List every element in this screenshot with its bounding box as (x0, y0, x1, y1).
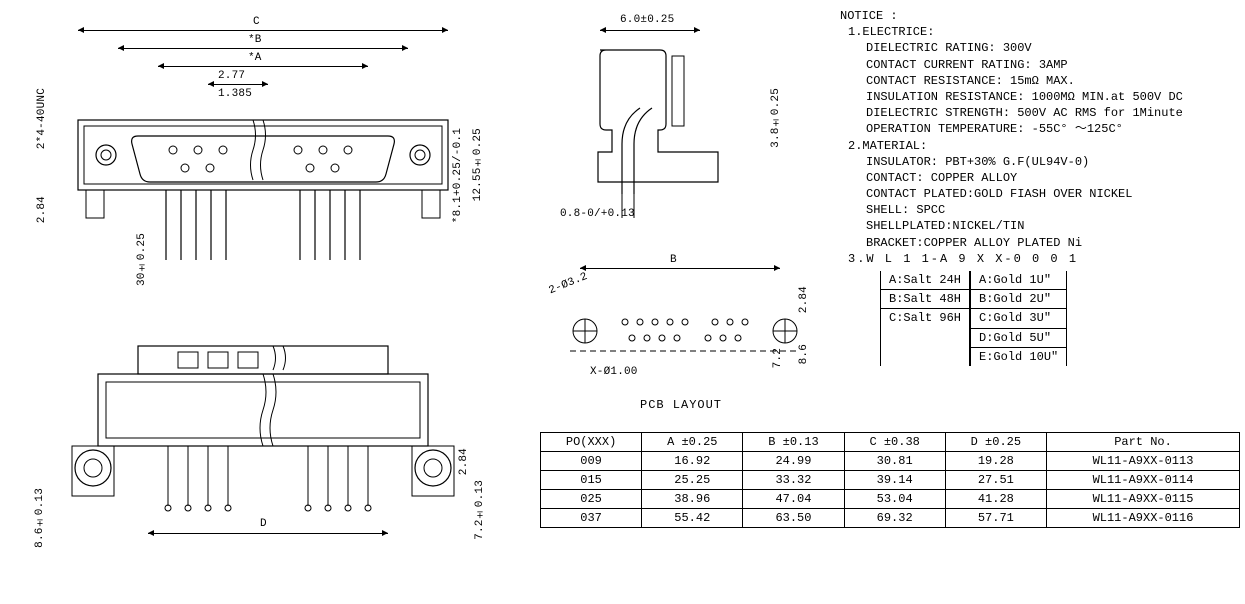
cell: 025 (541, 490, 642, 509)
cell: 037 (541, 509, 642, 528)
contact-plated: CONTACT PLATED:GOLD FIASH OVER NICKEL (840, 186, 1240, 202)
gold-e: E:Gold 10U″ (971, 348, 1066, 366)
pcb-layout: B 2-Ø3.2 X-Ø1.00 2.84 7.2 8.6 PCB LAYOUT (540, 258, 830, 428)
insulation-resistance: INSULATION RESISTANCE: 1000MΩ MIN.at 500… (840, 89, 1240, 105)
salt-c: C:Salt 96H (881, 309, 969, 327)
dim-A: *A (248, 52, 262, 64)
cell: WL11-A9XX-0114 (1047, 471, 1240, 490)
pcb-caption: PCB LAYOUT (640, 398, 722, 412)
gold-d: D:Gold 5U″ (971, 329, 1066, 348)
shell: SHELL: SPCC (840, 202, 1240, 218)
cell: 47.04 (743, 490, 844, 509)
dim-pitch: 2.77 (218, 70, 245, 82)
cell: 25.25 (642, 471, 743, 490)
side-view: 6.0±0.25 3.8±0.25 0.8-0/+0.13 (540, 8, 810, 238)
th-b: B ±0.13 (743, 433, 844, 452)
dim-2-84: 2.84 (36, 196, 48, 223)
salt-b: B:Salt 48H (881, 290, 969, 309)
cell: 41.28 (945, 490, 1046, 509)
cell: WL11-A9XX-0116 (1047, 509, 1240, 528)
pcb-svg (540, 276, 830, 406)
dim-half-pitch: 1.385 (218, 88, 252, 100)
dim-3-8: 3.8±0.25 (770, 88, 782, 148)
cell: 27.51 (945, 471, 1046, 490)
cell: 19.28 (945, 452, 1046, 471)
gold-c: C:Gold 3U″ (971, 309, 1066, 328)
cell: 69.32 (844, 509, 945, 528)
dim-pcb-hole2: X-Ø1.00 (590, 366, 638, 378)
dim-pcb-7-2: 7.2 (772, 348, 784, 368)
bottom-view: D 8.6±0.13 2.84 7.2±0.13 (48, 338, 478, 588)
notice-block: NOTICE : 1.ELECTRICE: DIELECTRIC RATING:… (840, 8, 1240, 366)
shell-plated: SHELLPLATED:NICKEL/TIN (840, 218, 1240, 234)
material-hdr: 2.MATERIAL: (840, 138, 1240, 154)
cell: 009 (541, 452, 642, 471)
bracket: BRACKET:COPPER ALLOY PLATED Ni (840, 235, 1240, 251)
th-a: A ±0.25 (642, 433, 743, 452)
cell: 30.81 (844, 452, 945, 471)
dim-table-wrap: PO(XXX) A ±0.25 B ±0.13 C ±0.38 D ±0.25 … (540, 432, 1240, 528)
cell: 57.71 (945, 509, 1046, 528)
salt-options: A:Salt 24H B:Salt 48H C:Salt 96H (880, 271, 970, 366)
dim-C: C (253, 16, 260, 28)
th-part: Part No. (1047, 433, 1240, 452)
cell: WL11-A9XX-0115 (1047, 490, 1240, 509)
th-c: C ±0.38 (844, 433, 945, 452)
dim-7-2: 7.2±0.13 (474, 480, 486, 540)
dim-8-1: *8.1+0.25/-0.1 (452, 128, 464, 223)
option-tables: A:Salt 24H B:Salt 48H C:Salt 96H A:Gold … (880, 271, 1240, 366)
left-drawings: C *B *A 2.77 1.385 (8, 8, 528, 596)
electrice-hdr: 1.ELECTRICE: (840, 24, 1240, 40)
cell: 55.42 (642, 509, 743, 528)
cell: 38.96 (642, 490, 743, 509)
table-row: 015 25.25 33.32 39.14 27.51 WL11-A9XX-01… (541, 471, 1240, 490)
contact-resistance: CONTACT RESISTANCE: 15mΩ MAX. (840, 73, 1240, 89)
table-row: 025 38.96 47.04 53.04 41.28 WL11-A9XX-01… (541, 490, 1240, 509)
dim-B: *B (248, 34, 262, 46)
insulator: INSULATOR: PBT+30% G.F(UL94V-0) (840, 154, 1240, 170)
cell: 33.32 (743, 471, 844, 490)
dim-thread: 2*4-40UNC (36, 88, 48, 149)
bottom-svg (48, 338, 478, 588)
table-header-row: PO(XXX) A ±0.25 B ±0.13 C ±0.38 D ±0.25 … (541, 433, 1240, 452)
cell: 39.14 (844, 471, 945, 490)
th-d: D ±0.25 (945, 433, 1046, 452)
dielectric-strength: DIELECTRIC STRENGTH: 500V AC RMS for 1Mi… (840, 105, 1240, 121)
front-svg (48, 100, 478, 320)
front-view: C *B *A 2.77 1.385 (48, 8, 478, 308)
table-row: 009 16.92 24.99 30.81 19.28 WL11-A9XX-01… (541, 452, 1240, 471)
contact-current: CONTACT CURRENT RATING: 3AMP (840, 57, 1240, 73)
table-row: 037 55.42 63.50 69.32 57.71 WL11-A9XX-01… (541, 509, 1240, 528)
dim-6-0: 6.0±0.25 (620, 14, 674, 26)
operation-temp: OPERATION TEMPERATURE: -55C° ～125C° (840, 121, 1240, 137)
dim-30: 30±0.25 (136, 233, 148, 286)
notice-title: NOTICE : (840, 8, 1240, 24)
dim-pcb-B: B (670, 254, 677, 266)
mid-drawings: 6.0±0.25 3.8±0.25 0.8-0/+0.13 B (540, 8, 830, 428)
salt-a: A:Salt 24H (881, 271, 969, 290)
dim-pcb-8-6: 8.6 (798, 344, 810, 364)
dielectric-rating: DIELECTRIC RATING: 300V (840, 40, 1240, 56)
cell: 24.99 (743, 452, 844, 471)
dim-pcb-2-84: 2.84 (798, 286, 810, 313)
dim-8-6: 8.6±0.13 (34, 488, 46, 548)
gold-b: B:Gold 2U″ (971, 290, 1066, 309)
dim-2-84b: 2.84 (458, 448, 470, 475)
partcode-hdr: 3.W L 1 1-A 9 X X-0 0 0 1 (840, 251, 1240, 267)
contact: CONTACT: COPPER ALLOY (840, 170, 1240, 186)
cell: WL11-A9XX-0113 (1047, 452, 1240, 471)
dim-0-8: 0.8-0/+0.13 (560, 208, 635, 220)
dim-table: PO(XXX) A ±0.25 B ±0.13 C ±0.38 D ±0.25 … (540, 432, 1240, 528)
gold-options: A:Gold 1U″ B:Gold 2U″ C:Gold 3U″ D:Gold … (970, 271, 1067, 366)
dim-D: D (260, 518, 267, 530)
gold-a: A:Gold 1U″ (971, 271, 1066, 290)
cell: 53.04 (844, 490, 945, 509)
cell: 16.92 (642, 452, 743, 471)
cell: 015 (541, 471, 642, 490)
th-po: PO(XXX) (541, 433, 642, 452)
cell: 63.50 (743, 509, 844, 528)
dim-12-55: 12.55±0.25 (472, 128, 484, 201)
